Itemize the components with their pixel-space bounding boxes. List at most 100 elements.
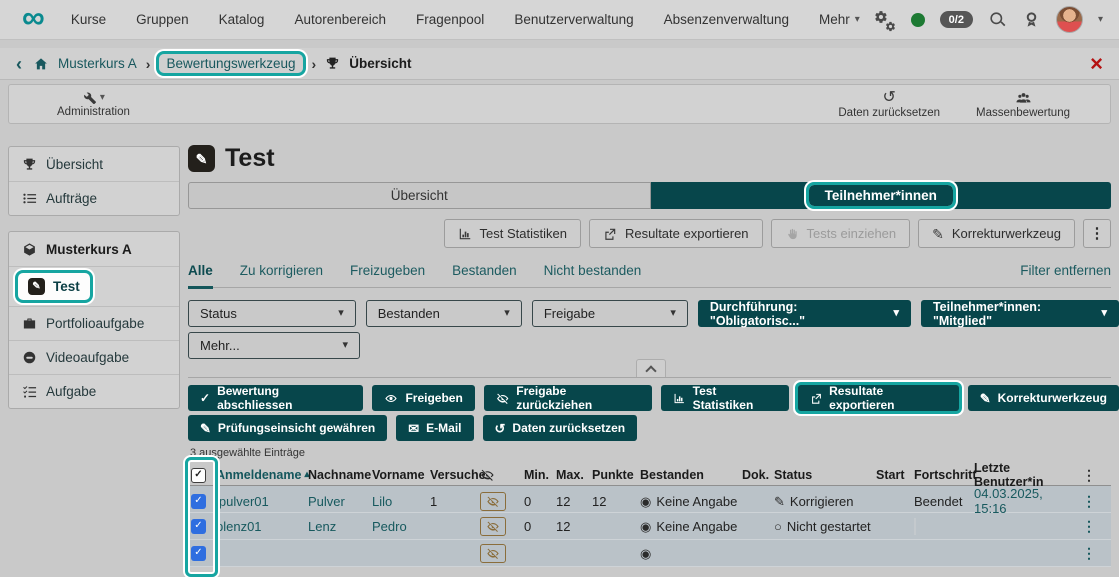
pen-icon: ✎: [979, 390, 991, 406]
col-max[interactable]: Max.: [556, 468, 592, 482]
table-row[interactable]: ✓ ◉ ⋮: [188, 540, 1111, 567]
row-actions-button[interactable]: ⋮: [1078, 518, 1100, 534]
login-link[interactable]: plenz01: [216, 519, 308, 534]
administration-menu[interactable]: ▾ Administration: [57, 90, 130, 118]
nav-fragenpool[interactable]: Fragenpool: [416, 12, 484, 27]
nav-mehr[interactable]: Mehr ▾: [819, 12, 860, 27]
nav-gruppen[interactable]: Gruppen: [136, 12, 189, 27]
filter-tab-alle[interactable]: Alle: [188, 263, 213, 289]
filter-tab-freizugeben[interactable]: Freizugeben: [350, 263, 425, 287]
pull-tests-button: Tests einziehen: [770, 219, 911, 248]
col-anonym[interactable]: [480, 468, 524, 482]
sidebar-item-videoaufgabe[interactable]: Videoaufgabe: [9, 340, 179, 374]
release-button[interactable]: Freigeben: [372, 385, 475, 411]
col-versuche[interactable]: Versuche: [430, 468, 486, 482]
col-dok[interactable]: Dok.: [742, 468, 774, 482]
reset-data-button[interactable]: ↺ Daten zurücksetzen: [838, 89, 940, 119]
remove-filter-link[interactable]: Filter entfernen: [1020, 263, 1111, 287]
passed-cell: ◉ Keine Angabe: [640, 493, 738, 509]
col-start[interactable]: Start: [876, 468, 914, 482]
anonymous-badge: [480, 516, 506, 536]
undo-icon: ↺: [494, 420, 506, 436]
eye-icon: [384, 392, 398, 405]
row-checkbox[interactable]: ✓: [191, 518, 206, 534]
correction-tool-button[interactable]: ✎ Korrekturwerkzeug: [918, 219, 1075, 248]
chevron-down-icon: ▾: [338, 307, 344, 319]
col-bestanden[interactable]: Bestanden: [640, 468, 742, 482]
col-letzte-benutzerin[interactable]: Letzte Benutzer*in: [974, 461, 1078, 489]
collapse-filters-button[interactable]: [636, 359, 666, 378]
release-filter-dropdown[interactable]: Freigabe ▾: [531, 300, 688, 327]
cube-icon: [22, 242, 37, 257]
table-row[interactable]: ✓ lpulver01 Pulver Lilo 1 0 12 12 ◉ Kein…: [188, 486, 1111, 516]
firstname-cell: Lilo: [372, 493, 393, 509]
filter-tab-bestanden[interactable]: Bestanden: [452, 263, 517, 287]
export-results-batch-button[interactable]: Resultate exportieren: [797, 384, 959, 412]
filter-tab-nicht-bestanden[interactable]: Nicht bestanden: [544, 263, 642, 287]
openolat-logo-icon[interactable]: ∞: [22, 1, 45, 33]
nav-benutzerverwaltung[interactable]: Benutzerverwaltung: [514, 12, 633, 27]
last-user-link[interactable]: 04.03.2025, 15:16: [974, 486, 1078, 516]
nav-absenzenverwaltung[interactable]: Absenzenverwaltung: [664, 12, 789, 27]
search-icon[interactable]: [988, 10, 1007, 29]
email-button[interactable]: ✉ E-Mail: [396, 415, 474, 441]
grant-inspection-button[interactable]: ✎ Prüfungseinsicht gewähren: [188, 415, 388, 441]
row-actions-button[interactable]: ⋮: [1078, 493, 1100, 509]
sidebar-item-test[interactable]: ✎ Test: [9, 266, 179, 306]
sidebar-item-aufgabe[interactable]: Aufgabe: [9, 374, 179, 408]
tab-teilnehmer[interactable]: Teilnehmer*innen: [650, 182, 1111, 209]
col-vorname[interactable]: Vorname: [372, 468, 430, 482]
presence-status-icon[interactable]: [910, 12, 925, 27]
sidebar-item-uebersicht[interactable]: Übersicht: [9, 147, 179, 181]
table-row[interactable]: ✓ plenz01 Lenz Pedro 0 12 ◉ Keine Angabe…: [188, 513, 1111, 540]
chevron-down-icon[interactable]: ▾: [1098, 14, 1103, 25]
row-actions-button[interactable]: ⋮: [1078, 545, 1100, 561]
nav-kurse[interactable]: Kurse: [71, 12, 106, 27]
row-checkbox[interactable]: ✓: [191, 493, 206, 509]
breadcrumb-course[interactable]: Musterkurs A: [58, 56, 137, 71]
participants-filter-pill[interactable]: Teilnehmer*innen: "Mitglied" ▾: [920, 300, 1119, 328]
passed-filter-dropdown[interactable]: Bestanden ▾: [365, 300, 522, 327]
col-status[interactable]: Status: [774, 468, 876, 482]
select-all-checkbox[interactable]: ✓: [191, 467, 206, 483]
execution-filter-pill[interactable]: Durchführung: "Obligatorisc..." ▾: [697, 300, 911, 328]
test-statistics-button[interactable]: Test Statistiken: [443, 219, 581, 248]
sidebar-item-auftraege[interactable]: Aufträge: [9, 181, 179, 215]
anonymous-badge: [480, 491, 506, 511]
withdraw-release-button[interactable]: Freigabe zurückziehen: [483, 384, 653, 412]
settings-gears-icon[interactable]: [874, 10, 896, 30]
tab-uebersicht[interactable]: Übersicht: [188, 182, 651, 209]
back-chevron-icon[interactable]: ‹: [16, 55, 22, 73]
close-icon[interactable]: ×: [1090, 52, 1103, 75]
home-icon[interactable]: [33, 56, 49, 72]
table-settings-button[interactable]: ⋮: [1078, 467, 1100, 483]
breadcrumb-assessment-tool[interactable]: Bewertungswerkzeug: [159, 54, 302, 73]
sidebar-item-portfolioaufgabe[interactable]: Portfolioaufgabe: [9, 306, 179, 340]
chevron-down-icon: ▾: [504, 307, 510, 319]
nav-katalog[interactable]: Katalog: [219, 12, 265, 27]
notification-count-badge[interactable]: 0/2: [939, 11, 973, 28]
col-min[interactable]: Min.: [524, 468, 556, 482]
breadcrumb: ‹ Musterkurs A › Bewertungswerkzeug › Üb…: [0, 48, 1119, 80]
col-nachname[interactable]: Nachname: [308, 468, 372, 482]
col-anmeldename[interactable]: Anmeldename ▴: [216, 468, 309, 482]
more-options-button[interactable]: ⋮: [1083, 219, 1111, 248]
test-statistics-batch-button[interactable]: Test Statistiken: [661, 384, 789, 412]
login-link[interactable]: lpulver01: [216, 494, 308, 509]
correction-tool-batch-button[interactable]: ✎ Korrekturwerkzeug: [967, 385, 1119, 411]
badges-medal-icon[interactable]: [1022, 10, 1041, 29]
finish-assessment-button[interactable]: ✓ Bewertung abschliessen: [188, 384, 364, 412]
passed-cell: ◉: [640, 547, 742, 560]
col-fortschritt[interactable]: Fortschritt: [914, 468, 977, 482]
filter-tab-zu-korrigieren[interactable]: Zu korrigieren: [240, 263, 323, 287]
status-filter-dropdown[interactable]: Status ▾: [188, 300, 356, 327]
more-filter-dropdown[interactable]: Mehr... ▾: [188, 332, 360, 359]
col-punkte[interactable]: Punkte: [592, 468, 640, 482]
bulk-assessment-button[interactable]: Massenbewertung: [976, 90, 1070, 119]
progress-bar: [914, 517, 916, 535]
reset-data-batch-button[interactable]: ↺ Daten zurücksetzen: [482, 415, 638, 441]
nav-autorenbereich[interactable]: Autorenbereich: [294, 12, 386, 27]
sidebar-item-musterkurs[interactable]: Musterkurs A: [9, 232, 179, 266]
export-results-button[interactable]: Resultate exportieren: [588, 219, 763, 248]
avatar[interactable]: [1055, 6, 1083, 33]
